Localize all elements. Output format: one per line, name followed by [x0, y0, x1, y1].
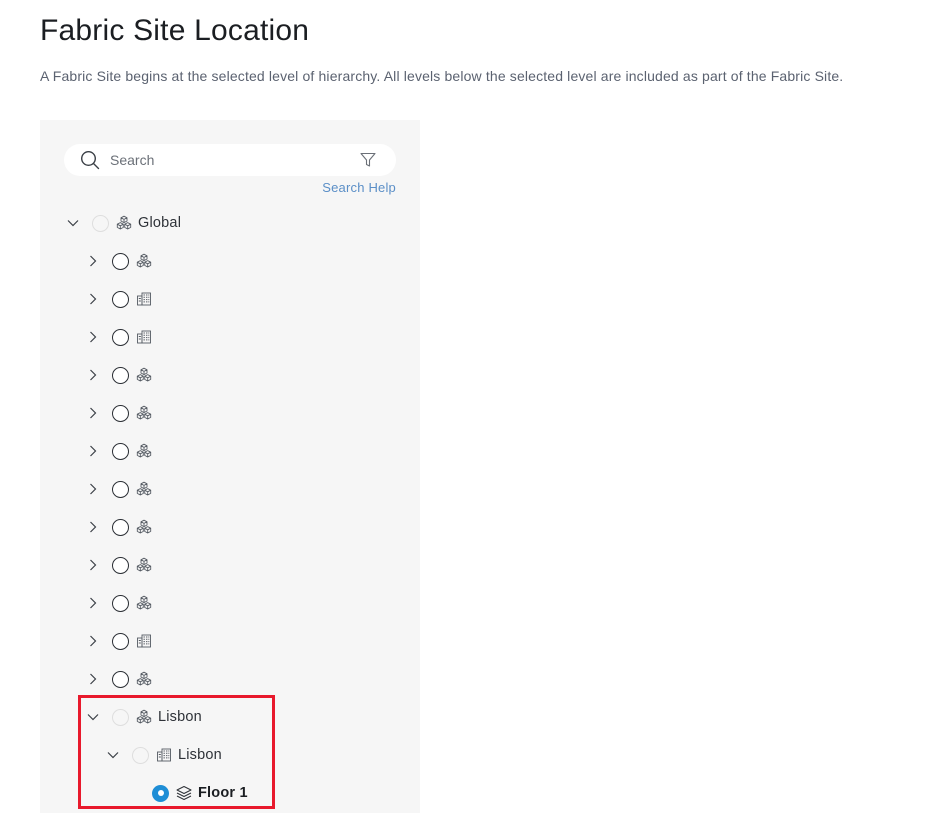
- tree-node-child[interactable]: [86, 280, 158, 318]
- page-subtitle: A Fabric Site begins at the selected lev…: [40, 68, 844, 84]
- area-icon: [136, 557, 152, 572]
- chevron-right-icon[interactable]: [86, 254, 100, 268]
- tree-node-child[interactable]: [86, 546, 158, 584]
- site-radio[interactable]: [112, 366, 129, 384]
- chevron-right-icon[interactable]: [86, 634, 100, 648]
- area-icon: [136, 519, 152, 534]
- filter-icon[interactable]: [360, 152, 376, 168]
- site-radio[interactable]: [112, 556, 129, 574]
- area-icon: [136, 595, 152, 610]
- search-icon: [80, 150, 100, 170]
- site-radio[interactable]: [112, 290, 129, 308]
- area-icon: [136, 443, 152, 458]
- site-radio[interactable]: [112, 328, 129, 346]
- chevron-right-icon[interactable]: [86, 672, 100, 686]
- area-icon: [136, 481, 152, 496]
- chevron-right-icon[interactable]: [86, 330, 100, 344]
- tree-node-child[interactable]: [86, 584, 158, 622]
- chevron-right-icon[interactable]: [86, 482, 100, 496]
- tree-node-child[interactable]: [86, 470, 158, 508]
- tree-node-child[interactable]: [86, 622, 158, 660]
- area-icon: [136, 367, 152, 382]
- tree-node-child[interactable]: [86, 356, 158, 394]
- tree-node-child[interactable]: [86, 318, 158, 356]
- site-radio[interactable]: [112, 442, 129, 460]
- site-radio[interactable]: [112, 518, 129, 536]
- search-input[interactable]: [108, 148, 348, 172]
- search-box[interactable]: [64, 144, 396, 176]
- search-help-link[interactable]: Search Help: [322, 180, 396, 195]
- site-radio: [92, 214, 109, 232]
- chevron-down-icon[interactable]: [66, 216, 80, 230]
- chevron-right-icon[interactable]: [86, 520, 100, 534]
- building-icon: [137, 330, 151, 344]
- site-radio[interactable]: [112, 632, 129, 650]
- site-radio[interactable]: [112, 594, 129, 612]
- chevron-right-icon[interactable]: [86, 406, 100, 420]
- tree-node-child[interactable]: [86, 660, 158, 698]
- building-icon: [137, 292, 151, 306]
- tree-node-global[interactable]: Global: [66, 204, 181, 242]
- tree-node-child[interactable]: [86, 394, 158, 432]
- site-radio[interactable]: [112, 404, 129, 422]
- site-radio[interactable]: [112, 252, 129, 270]
- page-title: Fabric Site Location: [40, 14, 310, 47]
- chevron-right-icon[interactable]: [86, 444, 100, 458]
- tree-node-label: Global: [138, 215, 182, 231]
- building-icon: [137, 634, 151, 648]
- area-icon: [136, 671, 152, 686]
- selection-highlight: [78, 695, 275, 809]
- chevron-right-icon[interactable]: [86, 368, 100, 382]
- area-icon: [136, 253, 152, 268]
- chevron-right-icon[interactable]: [86, 292, 100, 306]
- site-radio[interactable]: [112, 480, 129, 498]
- chevron-right-icon[interactable]: [86, 596, 100, 610]
- tree-node-child[interactable]: [86, 508, 158, 546]
- area-icon: [116, 215, 132, 230]
- tree-node-child[interactable]: [86, 432, 158, 470]
- chevron-right-icon[interactable]: [86, 558, 100, 572]
- area-icon: [136, 405, 152, 420]
- tree-node-child[interactable]: [86, 242, 158, 280]
- site-radio[interactable]: [112, 670, 129, 688]
